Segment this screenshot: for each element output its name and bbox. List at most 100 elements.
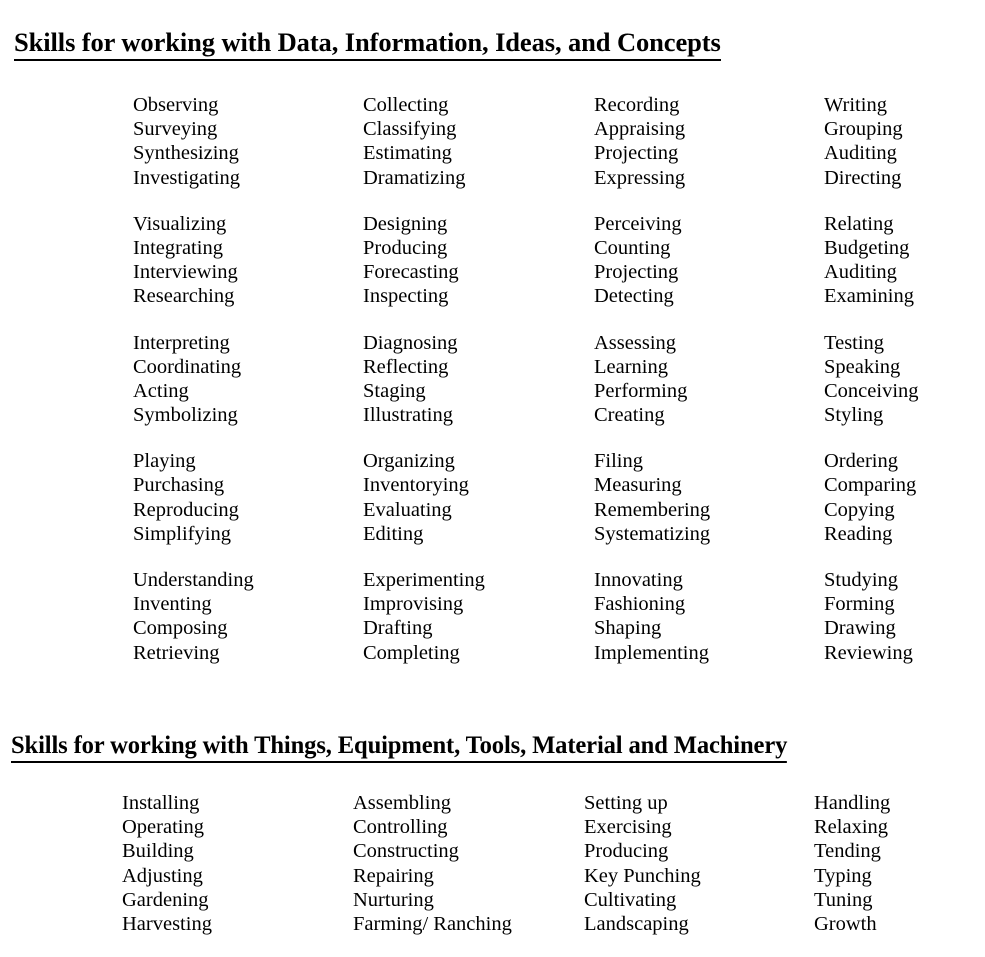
skills-grid-data-information: Observing Surveying Synthesizing Investi… — [0, 93, 985, 687]
skill-item: Reproducing — [133, 498, 239, 521]
skill-column: Assembling Controlling Constructing Repa… — [353, 791, 584, 936]
skill-item: Testing — [824, 331, 885, 354]
skill-item: Learning — [594, 355, 668, 378]
skill-item: Setting up — [584, 792, 668, 814]
skill-column: Understanding Inventing Composing Retrie… — [133, 568, 363, 665]
skill-column: Perceiving Counting Projecting Detecting — [594, 212, 824, 309]
skill-column: Diagnosing Reflecting Staging Illustrati… — [363, 331, 594, 428]
skill-item: Producing — [363, 236, 448, 259]
skill-item: Reflecting — [363, 355, 449, 378]
skill-item: Understanding — [133, 569, 254, 591]
skill-item: Acting — [133, 379, 189, 402]
skill-item: Editing — [363, 522, 424, 545]
skill-item: Speaking — [824, 355, 901, 378]
skill-item: Nurturing — [353, 888, 434, 911]
skill-item: Performing — [594, 379, 688, 402]
skill-item: Designing — [363, 212, 448, 235]
skill-item: Cultivating — [584, 888, 677, 911]
skill-item: Growth — [814, 912, 877, 935]
skill-item: Inventorying — [363, 474, 469, 497]
skill-item: Inspecting — [363, 285, 449, 308]
skill-item: Retrieving — [133, 641, 220, 664]
skill-item: Budgeting — [824, 236, 910, 259]
skill-item: Synthesizing — [133, 142, 239, 165]
skill-item: Assessing — [594, 331, 677, 354]
skill-item: Dramatizing — [363, 166, 466, 189]
skill-column: Interpreting Coordinating Acting Symboli… — [133, 331, 363, 428]
skill-item: Estimating — [363, 142, 452, 165]
skill-column: Ordering Comparing Copying Reading — [824, 449, 985, 546]
skill-item: Forming — [824, 593, 895, 616]
skill-column: Collecting Classifying Estimating Dramat… — [363, 93, 594, 190]
skill-item: Key Punching — [584, 864, 701, 887]
skill-item: Exercising — [584, 816, 672, 839]
skill-item: Composing — [133, 617, 228, 640]
skill-item: Relating — [824, 212, 894, 235]
skill-item: Remembering — [594, 498, 711, 521]
skill-item: Observing — [133, 94, 219, 116]
skill-item: Controlling — [353, 816, 448, 839]
skill-item: Gardening — [122, 888, 209, 911]
skill-item: Drafting — [363, 617, 433, 640]
skill-item: Counting — [594, 236, 671, 259]
skill-item: Adjusting — [122, 864, 203, 887]
skill-column: Handling Relaxing Tending Typing Tuning … — [814, 791, 985, 936]
skill-item: Comparing — [824, 474, 917, 497]
skill-item: Classifying — [363, 118, 457, 141]
skill-item: Filing — [594, 450, 643, 473]
skill-item: Organizing — [363, 450, 455, 473]
skill-item: Simplifying — [133, 522, 231, 545]
skill-item: Inventing — [133, 593, 212, 616]
skill-item: Reading — [824, 522, 893, 545]
skill-item: Investigating — [133, 166, 241, 189]
skill-item: Fashioning — [594, 593, 686, 616]
skill-item: Operating — [122, 816, 204, 839]
skill-item: Reviewing — [824, 641, 913, 664]
skill-item: Landscaping — [584, 912, 689, 935]
skill-item: Grouping — [824, 118, 903, 141]
skill-item: Repairing — [353, 864, 434, 887]
skill-item: Improvising — [363, 593, 464, 616]
skill-item: Copying — [824, 498, 895, 521]
skill-item: Recording — [594, 94, 680, 116]
skill-item: Purchasing — [133, 474, 225, 497]
skill-column: Observing Surveying Synthesizing Investi… — [133, 93, 363, 190]
skill-item: Researching — [133, 285, 235, 308]
skill-item: Diagnosing — [363, 331, 458, 354]
skill-item: Examining — [824, 285, 914, 308]
skill-item: Auditing — [824, 261, 897, 284]
skill-item: Staging — [363, 379, 426, 402]
skill-item: Constructing — [353, 840, 459, 863]
skill-item: Auditing — [824, 142, 897, 165]
skill-item: Measuring — [594, 474, 682, 497]
skill-item: Playing — [133, 450, 196, 473]
skill-item: Evaluating — [363, 498, 452, 521]
skill-column: Innovating Fashioning Shaping Implementi… — [594, 568, 824, 665]
skill-item: Interpreting — [133, 331, 230, 354]
skill-item: Studying — [824, 569, 899, 591]
skill-item: Symbolizing — [133, 404, 238, 427]
skill-item: Handling — [814, 792, 891, 814]
skill-item: Directing — [824, 166, 902, 189]
skill-column: Filing Measuring Remembering Systematizi… — [594, 449, 824, 546]
skill-column: Relating Budgeting Auditing Examining — [824, 212, 985, 309]
skill-item: Integrating — [133, 236, 223, 259]
skill-item: Perceiving — [594, 212, 682, 235]
document-page: Skills for working with Data, Informatio… — [0, 0, 985, 957]
skill-item: Styling — [824, 404, 884, 427]
skill-item: Detecting — [594, 285, 674, 308]
skill-column: Setting up Exercising Producing Key Punc… — [584, 791, 814, 936]
skill-item: Interviewing — [133, 261, 238, 284]
skill-item: Surveying — [133, 118, 218, 141]
skills-grid-things-equipment: Installing Operating Building Adjusting … — [0, 791, 985, 936]
skill-item: Innovating — [594, 569, 683, 591]
skill-item: Ordering — [824, 450, 899, 473]
skill-item: Forecasting — [363, 261, 459, 284]
skill-column: Recording Appraising Projecting Expressi… — [594, 93, 824, 190]
skill-item: Systematizing — [594, 522, 711, 545]
skill-item: Projecting — [594, 142, 679, 165]
skill-item: Implementing — [594, 641, 710, 664]
skill-item: Creating — [594, 404, 665, 427]
skill-item: Tending — [814, 840, 881, 863]
skill-item: Collecting — [363, 94, 449, 116]
